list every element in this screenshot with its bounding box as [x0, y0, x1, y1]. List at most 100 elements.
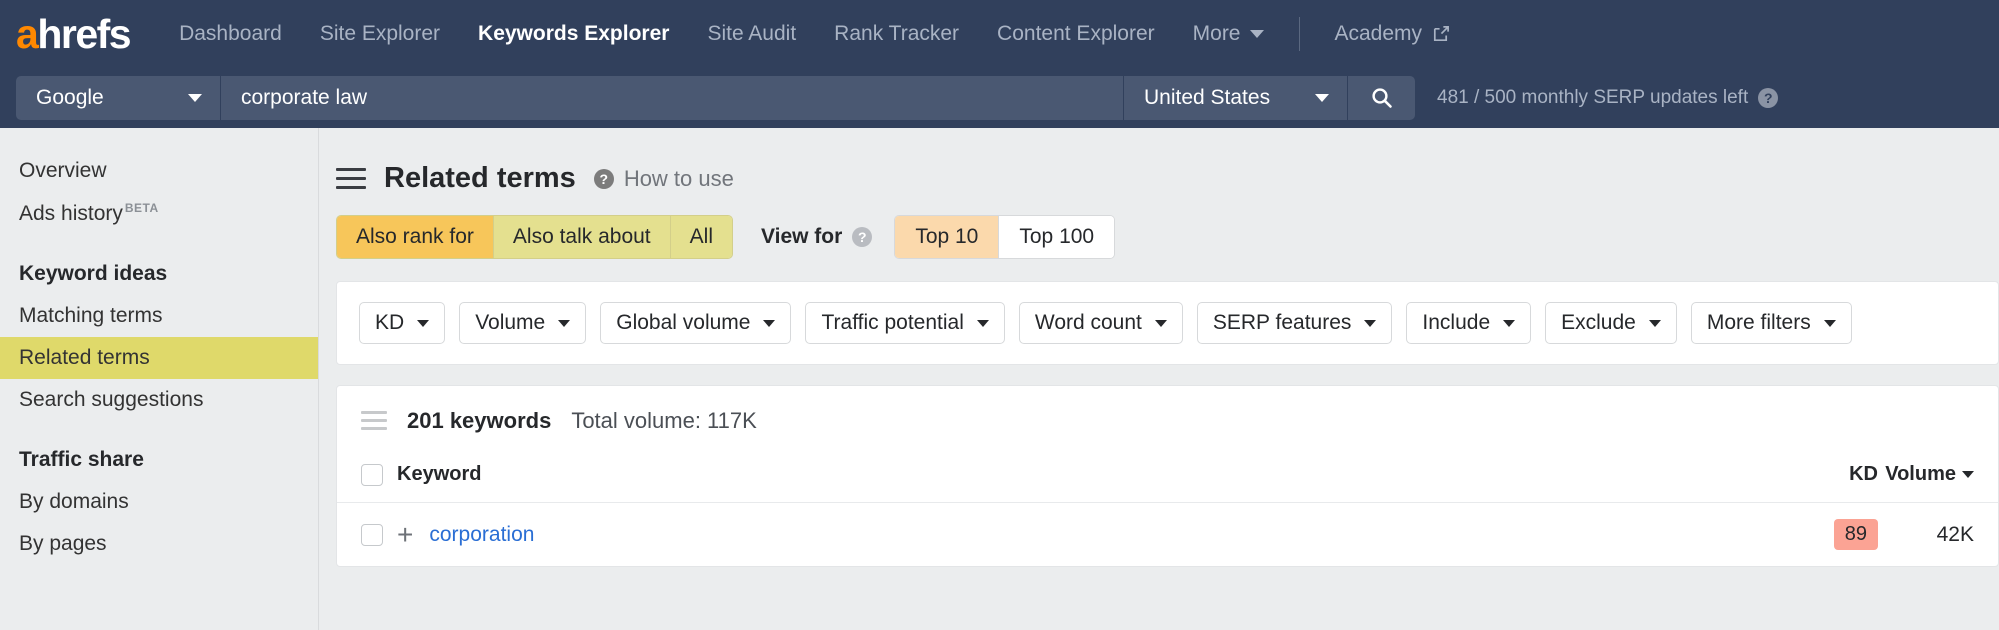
filters-card: KD Volume Global volume Traffic potentia… [336, 281, 1999, 365]
chevron-down-icon [1249, 30, 1264, 38]
segment-all[interactable]: All [670, 216, 732, 258]
sidebar-item-by-domains[interactable]: By domains [0, 481, 318, 523]
row-select-cell [337, 503, 397, 567]
help-icon[interactable]: ? [1758, 88, 1779, 108]
chevron-down-icon [976, 319, 989, 327]
chevron-down-icon [1154, 319, 1167, 327]
row-kd-cell: 89 [1788, 503, 1878, 567]
view-segmented-control: Top 10 Top 100 [894, 215, 1116, 259]
chevron-down-icon [1364, 319, 1377, 327]
filter-kd[interactable]: KD [359, 302, 446, 344]
search-country-value: United States [1144, 86, 1271, 109]
filter-serp-features[interactable]: SERP features [1196, 302, 1393, 344]
filter-word-count-label: Word count [1034, 311, 1142, 334]
sidebar-item-search-suggestions[interactable]: Search suggestions [0, 379, 318, 421]
segment-top-100[interactable]: Top 100 [999, 216, 1115, 258]
page-title: Related terms [384, 162, 576, 194]
ahrefs-logo[interactable]: ahrefs [16, 10, 132, 57]
search-query-input[interactable]: corporate law [220, 76, 1123, 120]
table-row[interactable]: + corporation 89 42K [337, 503, 1998, 567]
segment-also-talk-about[interactable]: Also talk about [493, 216, 671, 258]
nav-item-dashboard[interactable]: Dashboard [160, 14, 301, 54]
column-volume[interactable]: Volume [1878, 453, 1998, 503]
sidebar-group-keyword-ideas: Keyword ideas [19, 262, 168, 285]
filter-global-volume[interactable]: Global volume [600, 302, 792, 344]
search-submit-button[interactable] [1347, 76, 1415, 120]
filter-more-filters-label: More filters [1706, 311, 1811, 334]
filter-more-filters[interactable]: More filters [1690, 302, 1852, 344]
main-content: Related terms ? How to use Also rank for… [319, 128, 1999, 630]
sidebar: Overview Ads history BETA Keyword ideas M… [0, 128, 319, 630]
chevron-down-icon [1648, 319, 1661, 327]
menu-icon[interactable] [336, 162, 366, 195]
help-icon[interactable]: ? [852, 227, 873, 247]
table-header-row: Keyword KD Volume [337, 453, 1998, 503]
segment-also-rank-for[interactable]: Also rank for [337, 216, 494, 258]
nav-links: Dashboard Site Explorer Keywords Explore… [160, 14, 1282, 54]
add-keyword-icon[interactable]: + [397, 519, 413, 550]
mode-toggle-row: Also rank for Also talk about All View f… [319, 195, 1999, 259]
filter-traffic-potential-label: Traffic potential [821, 311, 964, 334]
search-input-group: Google corporate law United States [16, 76, 1415, 120]
column-kd[interactable]: KD [1788, 453, 1878, 503]
keywords-table: Keyword KD Volume + corporation 89 42K [337, 453, 1998, 566]
page-header: Related terms ? How to use [319, 128, 1999, 195]
column-keyword[interactable]: Keyword [397, 453, 1788, 503]
top-navigation-bar: ahrefs Dashboard Site Explorer Keywords … [0, 0, 1999, 68]
sidebar-item-related-terms[interactable]: Related terms [0, 337, 318, 379]
chevron-down-icon [188, 94, 202, 102]
how-to-use-link[interactable]: ? How to use [593, 165, 734, 192]
filter-word-count[interactable]: Word count [1018, 302, 1183, 344]
kd-badge: 89 [1833, 519, 1878, 550]
nav-item-site-explorer[interactable]: Site Explorer [301, 14, 459, 54]
nav-item-rank-tracker[interactable]: Rank Tracker [815, 14, 978, 54]
sidebar-group-traffic-share: Traffic share [19, 448, 144, 471]
filters-row: KD Volume Global volume Traffic potentia… [337, 282, 1998, 364]
filter-volume-label: Volume [475, 311, 546, 334]
sort-desc-icon [1962, 471, 1974, 479]
sidebar-item-overview[interactable]: Overview [0, 150, 318, 192]
logo-text: hrefs [37, 10, 131, 57]
search-engine-select[interactable]: Google [16, 76, 220, 120]
select-all-checkbox[interactable] [361, 463, 383, 486]
filter-include[interactable]: Include [1406, 302, 1532, 344]
search-engine-value: Google [36, 86, 104, 109]
page-body: Overview Ads history BETA Keyword ideas M… [0, 128, 1999, 630]
search-query-value: corporate law [241, 86, 368, 109]
how-to-use-label: How to use [623, 165, 734, 191]
logo-letter-a: a [16, 10, 39, 57]
keyword-count: 201 keywords [407, 407, 552, 433]
filter-serp-features-label: SERP features [1212, 311, 1352, 334]
sidebar-item-by-pages[interactable]: By pages [0, 523, 318, 565]
nav-item-academy[interactable]: Academy [1316, 14, 1470, 54]
view-for-text: View for [761, 225, 843, 248]
search-icon [1371, 88, 1392, 108]
segment-top-10[interactable]: Top 10 [895, 216, 1000, 258]
chevron-down-icon [763, 319, 776, 327]
total-volume: Total volume: 117K [571, 407, 757, 433]
serp-updates-note: 481 / 500 monthly SERP updates left ? [1437, 87, 1779, 109]
row-volume-cell: 42K [1936, 522, 1974, 546]
keyword-link[interactable]: corporation [429, 523, 534, 546]
nav-item-more[interactable]: More [1174, 14, 1283, 54]
chevron-down-icon [1315, 94, 1329, 102]
sidebar-item-matching-terms[interactable]: Matching terms [0, 295, 318, 337]
sidebar-item-ads-history-label: Ads history [19, 202, 123, 225]
nav-item-academy-label: Academy [1334, 22, 1423, 45]
search-country-select[interactable]: United States [1123, 76, 1347, 120]
filter-global-volume-label: Global volume [616, 311, 751, 334]
beta-badge: BETA [124, 201, 159, 215]
list-options-icon[interactable] [361, 406, 387, 435]
nav-item-site-audit[interactable]: Site Audit [688, 14, 815, 54]
row-checkbox[interactable] [361, 523, 383, 546]
nav-item-content-explorer[interactable]: Content Explorer [978, 14, 1174, 54]
external-link-icon [1431, 25, 1450, 44]
nav-divider [1298, 17, 1300, 51]
column-volume-label: Volume [1885, 463, 1956, 485]
filter-volume[interactable]: Volume [459, 302, 587, 344]
nav-item-keywords-explorer[interactable]: Keywords Explorer [459, 14, 688, 54]
serp-updates-text: 481 / 500 monthly SERP updates left [1437, 87, 1749, 108]
filter-traffic-potential[interactable]: Traffic potential [805, 302, 1005, 344]
sidebar-item-ads-history[interactable]: Ads history BETA [0, 192, 318, 235]
filter-exclude[interactable]: Exclude [1545, 302, 1677, 344]
